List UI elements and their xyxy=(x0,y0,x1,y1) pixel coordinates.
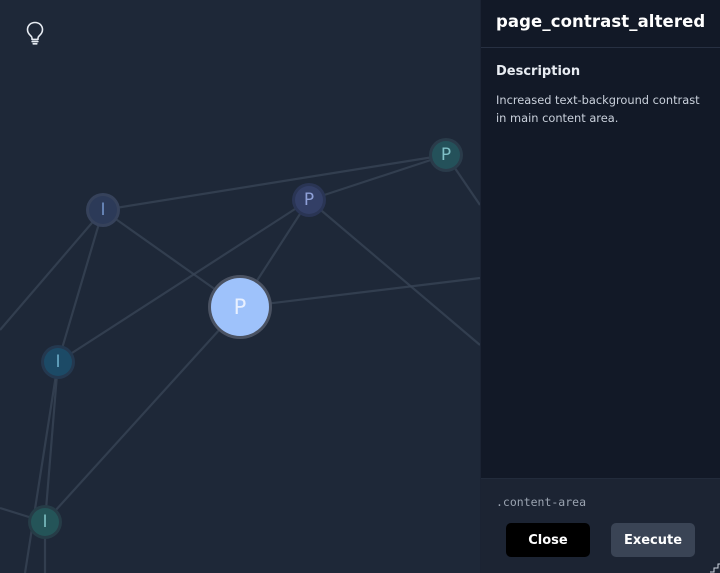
graph-edge xyxy=(102,153,447,212)
graph-edge xyxy=(23,361,60,573)
execute-button[interactable]: Execute xyxy=(611,523,695,557)
graph-node[interactable]: P xyxy=(292,183,326,217)
lightbulb-icon xyxy=(26,21,44,45)
panel-body: Description Increased text-background co… xyxy=(481,48,720,127)
node-label: I xyxy=(100,200,105,220)
graph-edge xyxy=(308,153,447,202)
node-label: I xyxy=(42,512,47,532)
node-label: P xyxy=(234,295,247,319)
description-text: Increased text-background contrast in ma… xyxy=(496,93,700,125)
node-label: P xyxy=(304,190,314,210)
description-heading: Description xyxy=(496,64,581,79)
css-selector: .content-area xyxy=(496,495,587,509)
graph-edge xyxy=(308,199,481,346)
graph-edge xyxy=(0,209,104,331)
node-label: P xyxy=(441,145,451,165)
graph-node[interactable]: I xyxy=(86,193,120,227)
details-panel: page_contrast_altered Description Increa… xyxy=(480,0,720,573)
panel-header: page_contrast_altered xyxy=(481,0,720,48)
panel-title: page_contrast_altered xyxy=(496,12,706,31)
close-button[interactable]: Close xyxy=(506,523,590,557)
graph-node[interactable]: I xyxy=(41,345,75,379)
graph-edge xyxy=(56,209,105,363)
node-label: I xyxy=(55,352,60,372)
graph-edge xyxy=(239,276,481,309)
graph-node[interactable]: P xyxy=(429,138,463,172)
graph-node[interactable]: I xyxy=(28,505,62,539)
graph-edge xyxy=(43,361,60,523)
resize-handle-icon[interactable] xyxy=(709,561,720,573)
hint-button[interactable] xyxy=(22,18,48,48)
graph-node-selected[interactable]: P xyxy=(208,275,272,339)
graph-edge xyxy=(44,306,241,523)
panel-footer: .content-area Close Execute xyxy=(481,478,720,573)
